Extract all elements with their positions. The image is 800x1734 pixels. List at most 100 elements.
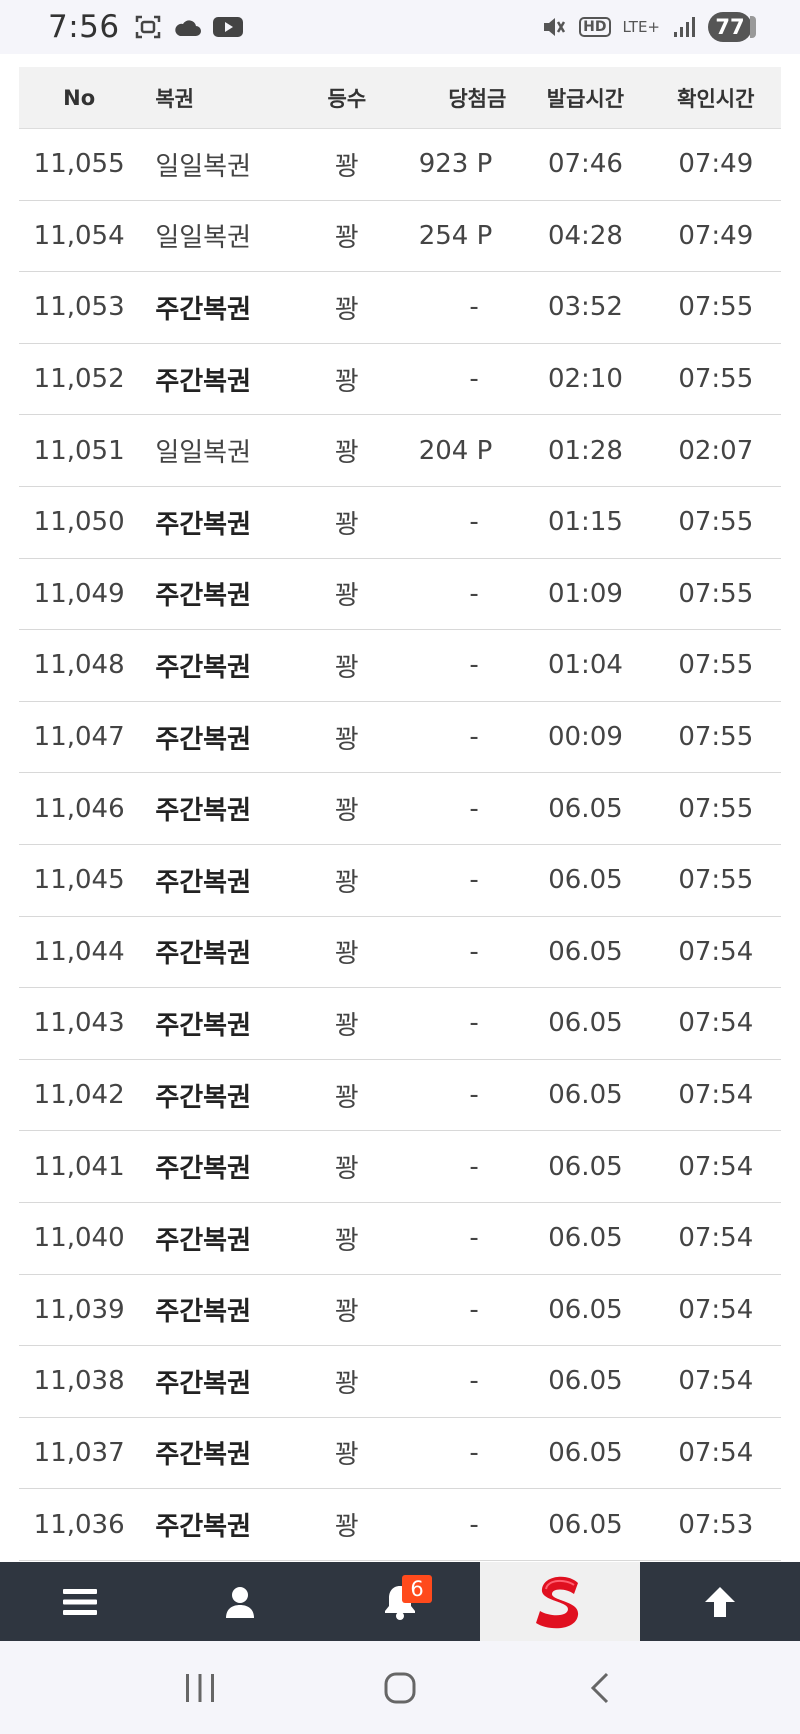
row-name: 주간복권 (139, 271, 306, 344)
row-issued: 07:46 (520, 128, 651, 201)
row-checked: 07:54 (650, 1274, 781, 1347)
row-name: 주간복권 (139, 772, 306, 845)
row-rank: 꽝 (305, 701, 388, 774)
table-row: 11,041 주간복권 꽝 -06.05 07:54 (19, 1130, 781, 1203)
header-no: No (19, 67, 140, 129)
row-rank: 꽝 (305, 916, 388, 989)
row-no: 11,041 (19, 1130, 140, 1203)
row-no: 11,052 (19, 343, 140, 416)
cloud-icon (174, 20, 201, 36)
row-checked: 07:49 (650, 128, 781, 201)
row-rank: 꽝 (305, 271, 388, 344)
row-checked: 07:49 (650, 200, 781, 273)
row-name: 주간복권 (139, 558, 306, 631)
row-prize: - (387, 629, 521, 702)
row-issued: 06.05 (520, 916, 651, 989)
row-rank: 꽝 (305, 629, 388, 702)
menu-button[interactable] (0, 1562, 160, 1641)
table-row: 11,045 주간복권 꽝 -06.05 07:55 (19, 844, 781, 917)
row-prize: - (387, 1274, 521, 1347)
status-left-icons (134, 14, 244, 40)
row-prize: 204 P (387, 414, 521, 487)
table-row: 11,043 주간복권 꽝 -06.05 07:54 (19, 987, 781, 1060)
bottom-toolbar: 6 (0, 1562, 800, 1641)
row-prize: - (387, 844, 521, 917)
row-rank: 꽝 (305, 128, 388, 201)
row-rank: 꽝 (305, 414, 388, 487)
row-rank: 꽝 (305, 486, 388, 559)
lottery-history-table-wrap: No 복권 등수 당첨금 발급시간 확인시간 11,055 일일복권 꽝 923 P0… (19, 67, 781, 1561)
row-rank: 꽝 (305, 1274, 388, 1347)
table-header: No 복권 등수 당첨금 발급시간 확인시간 (19, 67, 781, 129)
row-issued: 01:15 (520, 486, 651, 559)
row-checked: 07:54 (650, 1130, 781, 1203)
row-name: 일일복권 (139, 414, 306, 487)
row-checked: 07:54 (650, 987, 781, 1060)
back-icon (590, 1672, 609, 1703)
row-name: 주간복권 (139, 1488, 306, 1561)
recent-apps-button[interactable] (160, 1658, 240, 1718)
row-name: 주간복권 (139, 1059, 306, 1132)
header-checked: 확인시간 (650, 67, 781, 129)
row-issued: 03:52 (520, 271, 651, 344)
row-issued: 06.05 (520, 1059, 651, 1132)
row-no: 11,049 (19, 558, 140, 631)
scroll-top-button[interactable] (640, 1562, 800, 1641)
row-checked: 07:54 (650, 1202, 781, 1275)
table-body: 11,055 일일복권 꽝 923 P 07:46 07:49 11,054 일일복권 꽝 254… (19, 128, 781, 1561)
row-rank: 꽝 (305, 844, 388, 917)
row-name: 주간복권 (139, 486, 306, 559)
notification-button[interactable]: 6 (320, 1562, 480, 1641)
row-issued: 06.05 (520, 1488, 651, 1561)
site-logo-button[interactable] (480, 1562, 640, 1641)
table-row: 11,052 주간복권 꽝 -02:10 07:55 (19, 343, 781, 416)
user-button[interactable] (160, 1562, 320, 1641)
header-issued: 발급시간 (520, 67, 651, 129)
row-name: 주간복권 (139, 701, 306, 774)
row-checked: 07:55 (650, 343, 781, 416)
home-button[interactable] (360, 1658, 440, 1718)
row-name: 일일복권 (139, 128, 306, 201)
table-row: 11,047 주간복권 꽝 -00:09 07:55 (19, 701, 781, 774)
row-no: 11,045 (19, 844, 140, 917)
row-no: 11,040 (19, 1202, 140, 1275)
table-row: 11,037 주간복권 꽝 -06.05 07:54 (19, 1417, 781, 1490)
row-no: 11,047 (19, 701, 140, 774)
row-prize: - (387, 558, 521, 631)
lottery-history-table: No 복권 등수 당첨금 발급시간 확인시간 11,055 일일복권 꽝 923 P0… (19, 67, 781, 1561)
row-rank: 꽝 (305, 1345, 388, 1418)
signal-icon (674, 17, 695, 37)
row-checked: 07:55 (650, 558, 781, 631)
row-rank: 꽝 (305, 200, 388, 273)
back-button[interactable] (560, 1658, 640, 1718)
table-row: 11,051 일일복권 꽝 204 P 01:28 02:07 (19, 414, 781, 487)
table-row: 11,046 주간복권 꽝 -06.05 07:55 (19, 772, 781, 845)
header-prize: 당첨금 (387, 67, 521, 129)
site-logo (536, 1576, 579, 1628)
row-checked: 07:55 (650, 844, 781, 917)
table-row: 11,038 주간복권 꽝 -06.05 07:54 (19, 1345, 781, 1418)
row-prize: - (387, 1488, 521, 1561)
row-rank: 꽝 (305, 343, 388, 416)
screenshot-icon (135, 15, 160, 39)
row-issued: 01:04 (520, 629, 651, 702)
table-row: 11,048 주간복권 꽝 -01:04 07:55 (19, 629, 781, 702)
row-prize: - (387, 343, 521, 416)
network-type: LTE+ (622, 18, 661, 36)
table-row: 11,036 주간복권 꽝 -06.05 07:53 (19, 1488, 781, 1561)
status-left: 7:56 (48, 9, 244, 45)
row-name: 주간복권 (139, 1274, 306, 1347)
row-name: 주간복권 (139, 343, 306, 416)
row-name: 주간복권 (139, 1345, 306, 1418)
row-prize: 923 P (387, 128, 521, 201)
row-rank: 꽝 (305, 1059, 388, 1132)
row-rank: 꽝 (305, 987, 388, 1060)
hd-icon: HD (579, 17, 611, 37)
row-prize: - (387, 916, 521, 989)
row-no: 11,048 (19, 629, 140, 702)
row-prize: - (387, 1130, 521, 1203)
row-name: 주간복권 (139, 916, 306, 989)
row-checked: 07:55 (650, 271, 781, 344)
row-no: 11,037 (19, 1417, 140, 1490)
row-issued: 01:09 (520, 558, 651, 631)
